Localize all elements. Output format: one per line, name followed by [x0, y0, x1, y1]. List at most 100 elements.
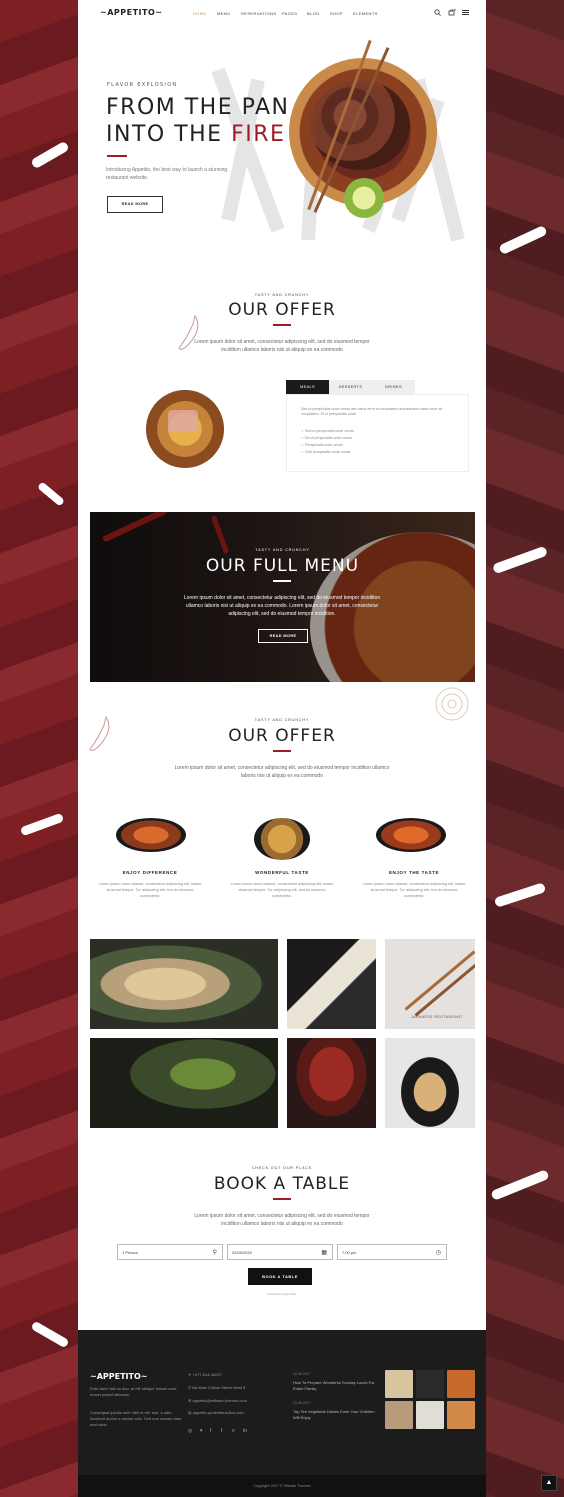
hero-read-more-button[interactable]: READ MORE [107, 196, 163, 213]
time-select[interactable]: 7:00 pm ◷ [337, 1244, 447, 1260]
page-content: ~APPETITO~ HOME MENU RESERVATIONS PAGES … [78, 0, 486, 1330]
instagram-thumb[interactable] [385, 1401, 413, 1429]
hero-title-accent: FIRE [231, 122, 286, 147]
fullmenu-divider [273, 580, 291, 582]
nav-elements[interactable]: ELEMENTS [353, 11, 378, 16]
nav-pages[interactable]: PAGES [282, 11, 298, 16]
post-date-1: 02.08.2017 [293, 1372, 311, 1376]
date-value: 02/09/2020 [232, 1250, 253, 1255]
facebook-icon[interactable]: f [210, 1428, 211, 1434]
offer-tabs: MEALS DESSERTS DRINKS [286, 380, 415, 394]
fullmenu-text: Lorem ipsum dolor sit amet, consectetur … [183, 595, 381, 617]
instagram-thumb[interactable] [416, 1370, 444, 1398]
feature-text-1: Lorem ipsum dolor sitamet, consectetur a… [98, 882, 202, 898]
offer1-text: Lorem ipsum dolor sit amet, consectetur … [194, 339, 370, 353]
instagram-icon[interactable]: ◎ [188, 1428, 192, 1434]
nav-blog[interactable]: BLOG [307, 11, 320, 16]
post-title-1[interactable]: How To Prepare Wonderful Sunday Lunch Fo… [293, 1380, 379, 1392]
persons-value: 1 Person [122, 1250, 139, 1255]
feature-title-2: WONDERFUL TASTE [255, 870, 309, 875]
instagram-thumb[interactable] [447, 1370, 475, 1398]
instagram-thumb[interactable] [385, 1370, 413, 1398]
fullmenu-read-more-button[interactable]: READ MORE [258, 629, 308, 643]
top-navigation: ~APPETITO~ HOME MENU RESERVATIONS PAGES … [78, 0, 486, 28]
tab-meals[interactable]: MEALS [286, 380, 329, 394]
persons-select[interactable]: 1 Person ⚲ [117, 1244, 223, 1260]
fullmenu-kicker: TASTY AND CRUNCHY [255, 548, 310, 552]
footer-about-1: Ente facer falli no duo, at elit oblique… [90, 1386, 178, 1397]
footer-email[interactable]: ✉ appetito@mikado-themes.com [188, 1398, 247, 1403]
feature-text-3: Lorem ipsum dolor sitamet, consectetur a… [362, 882, 466, 898]
tab-desserts[interactable]: DESSERTS [329, 380, 372, 394]
person-icon: ⚲ [212, 1250, 217, 1256]
tab-list-item-text: Perspiciatis unde omnis [305, 443, 343, 447]
tab-drinks[interactable]: DRINKS [372, 380, 415, 394]
tab-list-item-text: Ordi perspiciatis unde omnis [305, 450, 351, 454]
twitter-icon[interactable]: ✦ [199, 1428, 203, 1434]
booking-kicker: CHECK OUT OUR PLACE [251, 1166, 313, 1170]
back-to-top-button[interactable]: ▲ [541, 1475, 557, 1491]
hero-title: FROM THE PAN INTO THE FIRE [106, 94, 289, 148]
tab-list-item-text: Ed ut perspiciatis unde omnis [305, 436, 352, 440]
tab-panel-text: Sed ut perspiciatis unde omnis iste natu… [301, 407, 443, 416]
time-value: 7:00 pm [342, 1250, 357, 1255]
tab-list-item: ✓ Ed ut perspiciatis unde omnis [301, 436, 352, 440]
gallery-image-6[interactable] [385, 1038, 475, 1128]
footer-address: ⚲ Ilia Main Collins Street West 8 [188, 1385, 245, 1390]
footer-phone: ✈ +477-514-44027 [188, 1372, 222, 1377]
clock-icon: ◷ [435, 1250, 441, 1256]
chili-sketch-icon [178, 314, 199, 350]
tumblr-icon[interactable]: t [221, 1428, 222, 1434]
hero-text: Introducing Appetito, the best way to la… [106, 167, 228, 181]
gallery-image-5[interactable] [287, 1038, 376, 1128]
instagram-thumb[interactable] [416, 1401, 444, 1429]
vimeo-icon[interactable]: v [232, 1428, 235, 1434]
gallery-image-1[interactable] [90, 939, 278, 1029]
arrow-up-icon: ▲ [545, 1479, 553, 1486]
footer-website[interactable]: ◍ appetito.qodeinteractive.com [188, 1410, 244, 1415]
hero-bowl-food [310, 80, 410, 170]
date-input[interactable]: 02/09/2020 ▦ [227, 1244, 333, 1260]
book-table-button[interactable]: BOOK A TABLE [248, 1268, 312, 1285]
gallery-image-4[interactable] [90, 1038, 278, 1128]
post-title-2[interactable]: Top Ten Vegetable Dishes Even Your Child… [293, 1409, 379, 1421]
gallery-sign-text: JAPANESE RESTAURANT [411, 1015, 463, 1019]
gallery-image-3[interactable]: JAPANESE RESTAURANT [385, 939, 475, 1029]
footer-logo[interactable]: ~APPETITO~ [90, 1372, 147, 1381]
footer-website-text: appetito.qodeinteractive.com [192, 1410, 244, 1415]
nav-menu[interactable]: MENU [217, 11, 230, 16]
search-icon[interactable] [434, 9, 441, 16]
footer-email-text: appetito@mikado-themes.com [192, 1398, 247, 1403]
full-menu-banner: TASTY AND CRUNCHY OUR FULL MENU Lorem ip… [90, 512, 475, 682]
site-logo[interactable]: ~APPETITO~ [100, 8, 162, 17]
booking-title: BOOK A TABLE [213, 1174, 351, 1194]
feature-title-1: ENJOY DIFFERENCE [122, 870, 178, 875]
booking-divider [273, 1198, 291, 1200]
tab-list-item: ✓ Ordi perspiciatis unde omnis [301, 450, 351, 454]
powered-by-text: Powered by OpenTable [267, 1292, 297, 1296]
calendar-icon: ▦ [321, 1250, 327, 1256]
offer2-text: Lorem ipsum dolor sit amet, consectetur … [174, 765, 390, 779]
chopstick-image [404, 950, 475, 1011]
dish-image-2 [254, 818, 310, 860]
booking-text: Lorem ipsum dolor sit amet, consectetur … [194, 1213, 370, 1227]
hero-kicker: FLAVOR EXPLOSION [107, 82, 178, 88]
chopstick-image [414, 956, 475, 1017]
menu-icon[interactable] [462, 9, 469, 16]
tab-panel-meals: Sed ut perspiciatis unde omnis iste natu… [286, 394, 469, 472]
right-side-decoration [486, 0, 564, 1497]
footer: ~APPETITO~ Ente facer falli no duo, at e… [78, 1330, 486, 1475]
nav-reservations[interactable]: RESERVATIONS [241, 11, 276, 16]
offer2-divider [273, 750, 291, 752]
footer-about-2: Consequat ipsutis sem nibh id elit. she.… [90, 1410, 182, 1427]
offer1-kicker: TASTY AND CRUNCHY [254, 293, 310, 297]
tab-list-item: ✓ Perspiciatis unde omnis [301, 443, 343, 447]
nav-shop[interactable]: SHOP [330, 11, 343, 16]
nav-home[interactable]: HOME [193, 11, 207, 16]
tab-list-item-text: Sed ut perspiciatis unde omnis [305, 429, 354, 433]
linkedin-icon[interactable]: in [243, 1428, 247, 1434]
instagram-thumb[interactable] [447, 1401, 475, 1429]
post-date-2: 02.08.2017 [293, 1401, 311, 1405]
cart-icon[interactable] [448, 8, 456, 16]
gallery-image-2[interactable] [287, 939, 376, 1029]
